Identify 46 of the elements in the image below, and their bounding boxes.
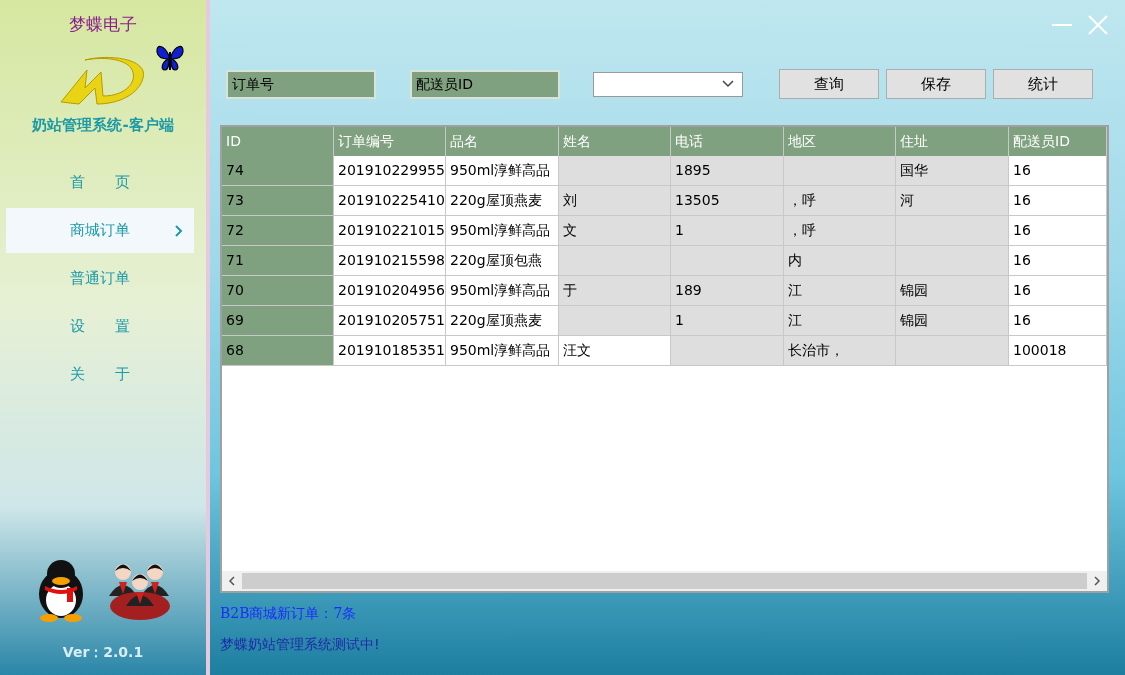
courier-id-field[interactable]: 配送员ID	[410, 69, 560, 99]
nav-item[interactable]: 关 于	[6, 352, 194, 397]
table-cell: 13505	[671, 186, 784, 215]
status-message: B2B商城新订单：7条	[220, 604, 358, 623]
table-cell: 68	[222, 336, 334, 365]
table-cell: 长治市，	[784, 336, 896, 365]
table-cell: 1895	[671, 156, 784, 185]
table-cell: 江	[784, 276, 896, 305]
toolbar-button[interactable]: 统计	[993, 69, 1093, 99]
chevron-icon	[174, 224, 184, 237]
nav-item[interactable]: 商城订单	[6, 208, 194, 253]
toolbar-button[interactable]: 查询	[779, 69, 879, 99]
table-cell: 文	[559, 216, 671, 245]
table-cell: 70	[222, 276, 334, 305]
table-cell: 72	[222, 216, 334, 245]
table-cell: 69	[222, 306, 334, 335]
status-message: 梦蝶奶站管理系统测试中!	[220, 635, 381, 654]
table-cell: 锦园	[896, 276, 1009, 305]
table-cell: 于	[559, 276, 671, 305]
table-cell: ，呼	[784, 216, 896, 245]
table-cell: 刘	[559, 186, 671, 215]
order-number-field[interactable]: 订单号	[226, 69, 376, 99]
table-cell: 国华	[896, 156, 1009, 185]
table-cell: ，呼	[784, 186, 896, 215]
table-cell: 73	[222, 186, 334, 215]
nav-item[interactable]: 设 置	[6, 304, 194, 349]
version-label: Ver：2.0.1	[62, 643, 144, 662]
chevron-right-icon	[1093, 576, 1101, 586]
table-cell: 1	[671, 306, 784, 335]
chevron-down-icon	[722, 80, 734, 88]
table-cell: 江	[784, 306, 896, 335]
table-cell: 内	[784, 246, 896, 275]
table-cell: 锦园	[896, 306, 1009, 335]
chevron-left-icon	[228, 576, 236, 586]
scrollbar-thumb[interactable]	[242, 573, 1087, 589]
system-name: 奶站管理系统-客户端	[32, 114, 174, 136]
company-name: 梦蝶电子	[69, 13, 137, 36]
table-cell: 189	[671, 276, 784, 305]
dropdown[interactable]	[593, 71, 743, 97]
nav-item[interactable]: 普通订单	[6, 256, 194, 301]
nav-item[interactable]: 首 页	[6, 160, 194, 205]
table-cell: 1	[671, 216, 784, 245]
toolbar-button[interactable]: 保存	[886, 69, 986, 99]
table-cell: 74	[222, 156, 334, 185]
table-cell: 河	[896, 186, 1009, 215]
table-cell: 71	[222, 246, 334, 275]
